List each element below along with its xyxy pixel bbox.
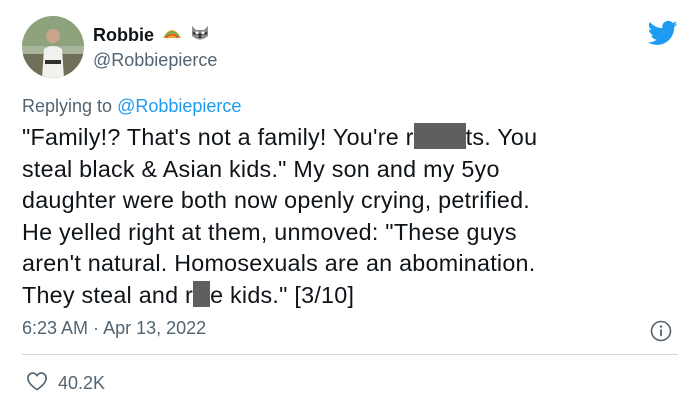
display-name[interactable]: Robbie <box>93 25 154 46</box>
tweet-segment: e kids." [3/10] <box>210 281 355 308</box>
replying-to-mention[interactable]: @Robbiepierce <box>117 96 241 116</box>
tweet-text: "Family!? That's not a family! You're r t… <box>22 122 682 311</box>
taco-icon <box>162 25 182 46</box>
tweet-segment: "Family!? That's not a family! You're r <box>22 124 414 150</box>
meta-separator: · <box>88 318 104 338</box>
avatar[interactable] <box>22 16 84 78</box>
tweet-line: steal black & Asian kids." My son and my… <box>22 155 500 182</box>
tweet-timestamp[interactable]: 6:23 AM · Apr 13, 2022 <box>22 318 206 339</box>
replying-to-label: Replying to <box>22 96 113 116</box>
info-icon[interactable] <box>650 320 672 342</box>
heart-icon <box>26 371 48 396</box>
divider <box>22 354 678 355</box>
tweet-segment: They steal and r <box>22 281 194 308</box>
raccoon-icon <box>190 24 210 47</box>
tweet-line: "Family!? That's not a family! You're r t… <box>22 122 682 154</box>
twitter-bird-icon[interactable] <box>647 18 678 48</box>
user-handle[interactable]: @Robbiepierce <box>93 50 217 71</box>
tweet-segment: ts. You <box>465 124 538 150</box>
tweet-line: daughter were both now openly crying, pe… <box>22 187 531 213</box>
redaction-block <box>413 123 466 149</box>
tweet-date: Apr 13, 2022 <box>103 318 207 338</box>
tweet-line: They steal and r e kids." [3/10] <box>22 280 682 312</box>
tweet-line: He yelled right at them, unmoved: "These… <box>22 218 517 245</box>
tweet-line: aren't natural. Homosexuals are an abomi… <box>22 250 536 276</box>
replying-to: Replying to @Robbiepierce <box>22 96 241 117</box>
redaction-block <box>193 280 211 307</box>
like-button[interactable]: 40.2K <box>26 371 105 396</box>
avatar-photo <box>22 16 84 78</box>
tweet-time: 6:23 AM <box>22 318 89 338</box>
like-count: 40.2K <box>58 373 106 393</box>
author-name-row: Robbie <box>93 24 210 47</box>
